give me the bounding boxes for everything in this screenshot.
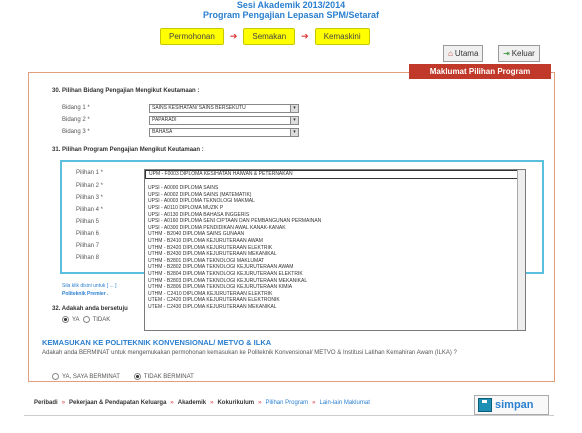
step-semakan[interactable]: Semakan [243,28,296,45]
arrow-icon: ➔ [229,31,238,41]
pilihan-1-label: Pilihan 1 * [76,170,104,176]
q32-title: 32. Adakah anda bersetuju [52,306,128,312]
dropdown-option[interactable]: UTEM - C2430 DIPLOMA KEJURUTERAAN MEKANI… [145,304,525,311]
chevron-down-icon: ▾ [290,117,298,124]
step-kemaskini[interactable]: Kemaskini [314,28,370,45]
bidang-2-select[interactable]: PAPARADI ▾ [149,116,299,125]
poli-no-radio[interactable] [133,373,141,380]
divider [24,415,554,416]
bidang-2-label: Bidang 2 * [62,117,90,123]
dropdown-option[interactable]: UPSI - A0160 DIPLOMA SENI CIPTAAN DAN PE… [145,218,525,225]
dropdown-scrollbar[interactable] [517,170,525,330]
pilihan-3-label: Pilihan 3 * [76,195,104,201]
poli-question: Adakah anda BERMINAT untuk mengemukakan … [42,350,457,356]
session-title: Sesi Akademik 2013/2014 [236,0,346,10]
dropdown-option[interactable]: UTHM - B2430 DIPLOMA KEJURUTERAAN MEKANI… [145,251,525,258]
chevron-down-icon: ▾ [290,129,298,136]
bidang-1-label: Bidang 1 * [62,105,90,111]
dropdown-option[interactable]: UTHM - B2040 DIPLOMA SAINS GUNAAN [145,231,525,238]
dropdown-option[interactable] [145,179,525,186]
dropdown-option[interactable]: UPSI - A0003 DIPLOMA TEKNOLOGI MAKMAL [145,198,525,205]
q32-yes-radio[interactable] [62,316,69,323]
poli-section-title: KEMASUKAN KE POLITEKNIK KONVENSIONAL/ ME… [42,338,272,347]
dropdown-option[interactable]: UPSI - A0300 DIPLOMA PENDIDIKAN AWAL KAN… [145,225,525,232]
separator-icon: » [210,400,214,406]
separator-icon: » [61,400,66,406]
dropdown-option[interactable]: UTEM - C2420 DIPLOMA KEJURUTERAAN ELEKTR… [145,297,525,304]
footer-nav-item[interactable]: Pekerjaan & Pendapatan Keluarga [69,400,166,406]
pilihan-2-label: Pilihan 2 * [76,183,104,189]
separator-icon: » [258,400,262,406]
bidang-3-select[interactable]: BAHASA ▾ [149,128,299,137]
dropdown-option[interactable]: UTHM - B2806 DIPLOMA TEKNOLOGI KEJURUTER… [145,284,525,291]
dropdown-option[interactable]: UTHM - B2802 DIPLOMA TEKNOLOGI KEJURUTER… [145,264,525,271]
dropdown-option[interactable]: UTHM - B2804 DIPLOMA TEKNOLOGI KEJURUTER… [145,271,525,278]
save-button[interactable]: simpan [474,395,549,415]
page-header: Sesi Akademik 2013/2014 Program Pengajia… [0,0,582,20]
dropdown-option[interactable]: UTHM - B2801 DIPLOMA TEKNOLOGI MAKLUMAT [145,258,525,265]
logout-icon: ⇥ [503,49,510,58]
footer-nav-item[interactable]: Kokurikulum [217,400,254,406]
dropdown-option[interactable]: UPM - F0003 DIPLOMA KESIHATAN HAIWAN & P… [145,170,525,179]
q30-title: 30. Pilihan Bidang Pengajian Mengikut Ke… [52,88,200,94]
footer-nav: Peribadi» Pekerjaan & Pendapatan Keluarga… [34,400,370,406]
q32-no-radio[interactable] [82,316,90,323]
pilihan-5-label: Pilihan 5 [76,219,100,225]
footer-nav-item[interactable]: Lain-lain Maklumat [320,400,370,406]
dropdown-option[interactable]: UTHM - C2410 DIPLOMA KEJURUTERAAN ELEKTR… [145,291,525,298]
program-dropdown-list[interactable]: UPM - F0003 DIPLOMA KESIHATAN HAIWAN & P… [144,169,526,331]
panel-title: Maklumat Pilihan Program [409,64,551,79]
dropdown-option[interactable]: UPSI - A0002 DIPLOMA SAINS (MATEMATIK) [145,192,525,199]
pilihan-6-label: Pilihan 6 [76,231,100,237]
dropdown-option[interactable]: UTHM - B2420 DIPLOMA KEJURUTERAAN ELEKTR… [145,245,525,252]
poli-yes-radio[interactable] [52,373,59,380]
info-note: Sila klik disini untuk [ ... ] [62,283,117,289]
pilihan-8-label: Pilihan 8 [76,255,100,261]
pilihan-7-label: Pilihan 7 [76,243,100,249]
separator-icon: » [312,400,316,406]
step-permohonan[interactable]: Permohonan [160,28,224,45]
politeknik-premier-link[interactable]: Politeknik Premier . [62,291,108,297]
dropdown-option[interactable]: UPSI - A0110 DIPLOMA MUZIK P [145,205,525,212]
dropdown-option[interactable]: UTHM - B2803 DIPLOMA TEKNOLOGI KEJURUTER… [145,278,525,285]
q31-title: 31. Pilihan Program Pengajian Mengikut K… [52,147,204,153]
floppy-disk-icon [478,398,492,412]
home-icon: ⌂ [448,49,453,58]
arrow-icon: ➔ [301,31,309,41]
poli-options: YA, SAYA BERMINAT TIDAK BERMINAT [52,373,194,380]
footer-nav-item[interactable]: Pilihan Program [265,400,308,406]
footer-nav-item[interactable]: Peribadi [34,400,58,406]
bidang-1-select[interactable]: SAINS KESIHATAN/ SAINS BERSEKUTU ▾ [149,104,299,113]
logout-button[interactable]: ⇥ Keluar [498,45,540,62]
separator-icon: » [170,400,174,406]
program-title: Program Pengajian Lepasan SPM/Setaraf [202,10,380,20]
footer-nav-item[interactable]: Akademik [178,400,206,406]
dropdown-option[interactable]: UPSI - A0130 DIPLOMA BAHASA INGGERIS [145,212,525,219]
dropdown-option[interactable]: UPSI - A0000 DIPLOMA SAINS [145,185,525,192]
bidang-3-label: Bidang 3 * [62,129,90,135]
progress-steps: Permohonan ➔ Semakan ➔ Kemaskini [160,28,370,45]
q32-options: YA TIDAK [62,316,110,323]
chevron-down-icon: ▾ [290,105,298,112]
pilihan-4-label: Pilihan 4 * [76,207,104,213]
dropdown-option[interactable]: UTHM - B2410 DIPLOMA KEJURUTERAAN AWAM [145,238,525,245]
home-button[interactable]: ⌂ Utama [443,45,484,62]
